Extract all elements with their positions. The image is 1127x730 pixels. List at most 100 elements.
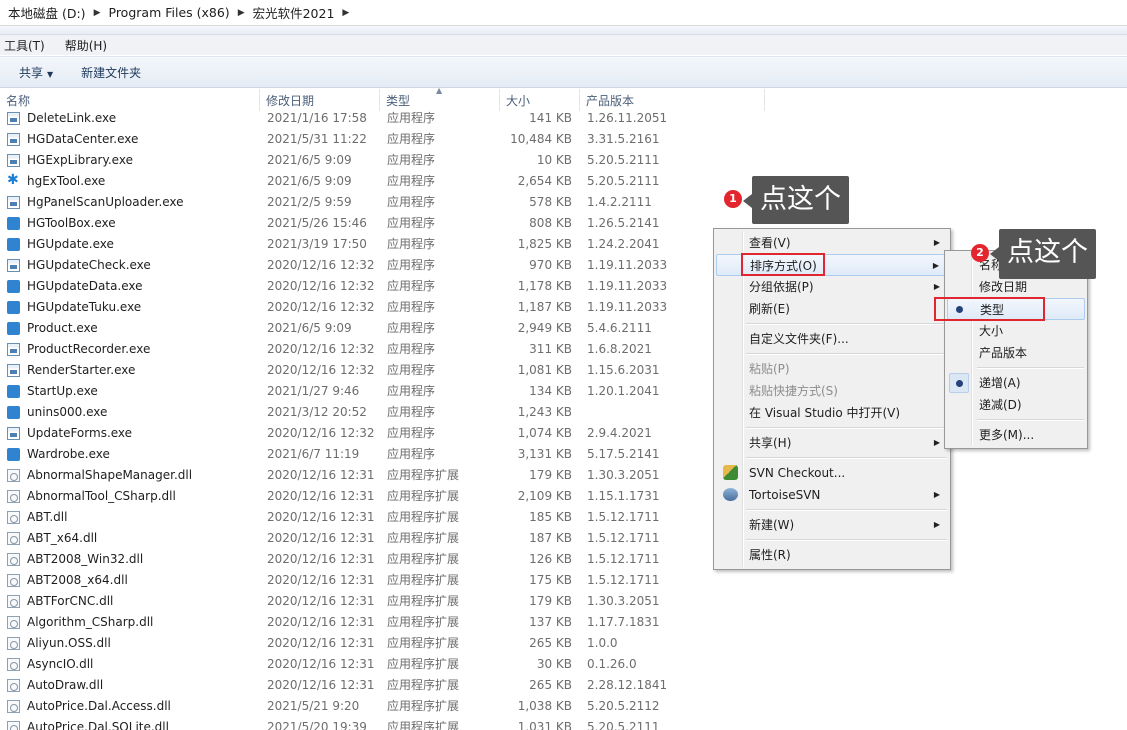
file-version: 1.5.12.1711	[587, 552, 660, 566]
menu-item-svn-checkout[interactable]: SVN Checkout...	[716, 462, 948, 484]
file-name: Algorithm_CSharp.dll	[27, 615, 154, 629]
file-row[interactable]: ABTForCNC.dll 2020/12/16 12:31 应用程序扩展 179 K…	[0, 591, 1127, 612]
menu-item-view[interactable]: 查看(V) ▶	[716, 232, 948, 254]
file-row[interactable]: ABT_x64.dll 2020/12/16 12:31 应用程序扩展 187 KB 1…	[0, 528, 1127, 549]
app-icon	[7, 217, 20, 230]
file-row[interactable]: HGDataCenter.exe 2021/5/31 11:22 应用程序 10,48…	[0, 129, 1127, 150]
sort-ascending[interactable]: 递增(A)	[947, 372, 1085, 394]
address-bar[interactable]: 本地磁盘 (D:) ▶ Program Files (x86) ▶ 宏光软件20…	[0, 0, 1127, 26]
file-row[interactable]: HGExpLibrary.exe 2021/6/5 9:09 应用程序 10 KB 5.…	[0, 150, 1127, 171]
app-icon	[7, 301, 20, 314]
file-row[interactable]: DeleteLink.exe 2021/1/16 17:58 应用程序 141 KB 1…	[0, 111, 1127, 129]
file-type: 应用程序扩展	[387, 594, 460, 608]
file-row[interactable]: AutoDraw.dll 2020/12/16 12:31 应用程序扩展 265 KB…	[0, 675, 1127, 696]
file-date: 2020/12/16 12:31	[267, 678, 375, 692]
file-date: 2020/12/16 12:31	[267, 510, 375, 524]
file-size: 1,243 KB	[517, 405, 572, 419]
sort-descending[interactable]: 递减(D)	[947, 394, 1085, 416]
file-type: 应用程序扩展	[387, 531, 460, 545]
file-row[interactable]: HgPanelScanUploader.exe 2021/2/5 9:59 应用程序…	[0, 192, 1127, 213]
menu-item-customize-folder[interactable]: 自定义文件夹(F)...	[716, 328, 948, 350]
file-row[interactable]: Algorithm_CSharp.dll 2020/12/16 12:31 应用程序…	[0, 612, 1127, 633]
file-type: 应用程序扩展	[387, 699, 460, 713]
file-row[interactable]: AutoPrice.Dal.Access.dll 2021/5/21 9:20 应用…	[0, 696, 1127, 717]
dll-icon	[7, 511, 20, 524]
menu-item-new[interactable]: 新建(W) ▶	[716, 514, 948, 536]
menu-tools[interactable]: 工具(T)	[0, 37, 51, 54]
file-row[interactable]: AbnormalShapeManager.dll 2020/12/16 12:31…	[0, 465, 1127, 486]
menu-item-open-in-visual-studio[interactable]: 在 Visual Studio 中打开(V)	[716, 402, 948, 424]
menu-separator	[977, 419, 1084, 421]
file-date: 2021/1/16 17:58	[267, 111, 367, 125]
menu-item-label: SVN Checkout...	[749, 466, 846, 480]
sort-by-date[interactable]: 修改日期	[947, 276, 1085, 298]
file-date: 2020/12/16 12:31	[267, 468, 375, 482]
file-name: HGToolBox.exe	[27, 216, 116, 230]
file-size: 10,484 KB	[510, 132, 572, 146]
file-version: 5.4.6.2111	[587, 321, 652, 335]
file-date: 2021/1/27 9:46	[267, 384, 360, 398]
menu-help[interactable]: 帮助(H)	[61, 37, 113, 54]
menu-item-label: 查看(V)	[749, 236, 791, 250]
column-header-version[interactable]: 产品版本	[580, 89, 765, 111]
new-folder-button[interactable]: 新建文件夹	[74, 60, 148, 85]
caret-down-icon: ▼	[47, 69, 54, 79]
file-row[interactable]: ✱ hgExTool.exe 2021/6/5 9:09 应用程序 2,654 KB 5.…	[0, 171, 1127, 192]
file-row[interactable]: HGToolBox.exe 2021/5/26 15:46 应用程序 808 KB 1.…	[0, 213, 1127, 234]
file-row[interactable]: ABT.dll 2020/12/16 12:31 应用程序扩展 185 KB 1.5.1…	[0, 507, 1127, 528]
file-date: 2021/5/31 11:22	[267, 132, 367, 146]
menu-item-paste[interactable]: 粘贴(P)	[716, 358, 948, 380]
file-type: 应用程序扩展	[387, 615, 460, 629]
menu-item-group-by[interactable]: 分组依据(P) ▶	[716, 276, 948, 298]
column-header-name[interactable]: 名称	[0, 89, 260, 111]
file-version: 5.20.5.2111	[587, 720, 660, 730]
file-size: 3,131 KB	[517, 447, 572, 461]
sort-by-version[interactable]: 产品版本	[947, 342, 1085, 364]
breadcrumb-drive[interactable]: 本地磁盘 (D:)	[4, 3, 90, 22]
file-row[interactable]: AutoPrice.Dal.SQLite.dll 2021/5/20 19:39 应…	[0, 717, 1127, 730]
file-version: 5.20.5.2111	[587, 174, 660, 188]
exe-icon	[7, 427, 20, 440]
file-type: 应用程序	[387, 279, 436, 293]
file-row[interactable]: ABT2008_Win32.dll 2020/12/16 12:31 应用程序扩展 1…	[0, 549, 1127, 570]
chevron-right-icon[interactable]: ▶	[234, 8, 249, 18]
menu-item-label: 共享(H)	[749, 436, 792, 450]
callout-step-1: 点这个	[743, 176, 849, 224]
file-row[interactable]: ABT2008_x64.dll 2020/12/16 12:31 应用程序扩展 175…	[0, 570, 1127, 591]
sort-submenu: 名称 修改日期 类型 大小 产品版本 递增(A) 递减(D) 更多(M)...	[944, 250, 1088, 449]
menu-item-refresh[interactable]: 刷新(E)	[716, 298, 948, 320]
menu-item-label: 在 Visual Studio 中打开(V)	[749, 406, 901, 420]
chevron-right-icon[interactable]: ▶	[338, 8, 353, 18]
breadcrumb-folder[interactable]: 宏光软件2021	[249, 3, 339, 22]
menu-item-tortoisesvn[interactable]: TortoiseSVN ▶	[716, 484, 948, 506]
column-header-size[interactable]: 大小	[500, 89, 580, 111]
file-name: ABT2008_Win32.dll	[27, 552, 144, 566]
chevron-right-icon[interactable]: ▶	[90, 8, 105, 18]
column-header-date[interactable]: 修改日期	[260, 89, 380, 111]
file-type: 应用程序	[387, 174, 436, 188]
file-row[interactable]: Aliyun.OSS.dll 2020/12/16 12:31 应用程序扩展 265 …	[0, 633, 1127, 654]
menu-item-share[interactable]: 共享(H) ▶	[716, 432, 948, 454]
breadcrumb-program-files[interactable]: Program Files (x86)	[105, 5, 234, 20]
file-size: 1,031 KB	[517, 720, 572, 730]
sort-more[interactable]: 更多(M)...	[947, 424, 1085, 446]
file-name: StartUp.exe	[27, 384, 98, 398]
exe-icon	[7, 196, 20, 209]
file-row[interactable]: AsyncIO.dll 2020/12/16 12:31 应用程序扩展 30 KB 0.…	[0, 654, 1127, 675]
file-size: 1,825 KB	[517, 237, 572, 251]
menu-item-paste-shortcut[interactable]: 粘贴快捷方式(S)	[716, 380, 948, 402]
app-icon	[7, 238, 20, 251]
share-button[interactable]: 共享 ▼	[12, 60, 60, 85]
exe-icon	[7, 133, 20, 146]
menu-item-properties[interactable]: 属性(R)	[716, 544, 948, 566]
column-headers: 名称 修改日期 类型 大小 产品版本 ▲	[0, 86, 1127, 111]
file-row[interactable]: AbnormalTool_CSharp.dll 2020/12/16 12:31 应…	[0, 486, 1127, 507]
file-type: 应用程序	[387, 342, 436, 356]
file-date: 2020/12/16 12:31	[267, 594, 375, 608]
file-type: 应用程序	[387, 237, 436, 251]
dll-icon	[7, 616, 20, 629]
file-size: 1,038 KB	[517, 699, 572, 713]
sort-by-size[interactable]: 大小	[947, 320, 1085, 342]
file-type: 应用程序	[387, 111, 436, 125]
file-name: DeleteLink.exe	[27, 111, 117, 125]
